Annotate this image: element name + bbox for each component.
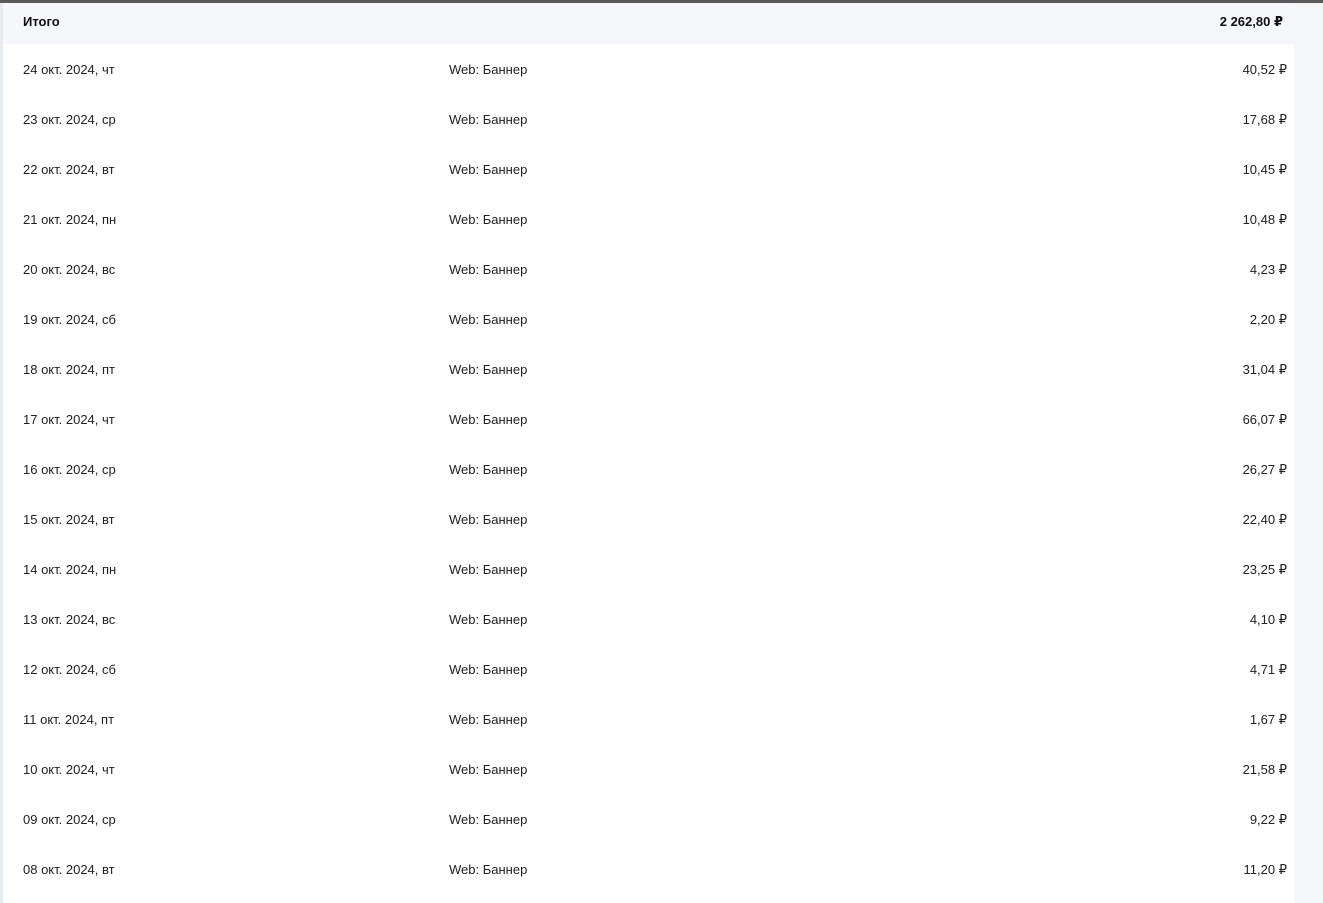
table-row[interactable]: 15 окт. 2024, вт Web: Баннер 22,40 ₽ xyxy=(3,494,1294,544)
row-type: Web: Баннер xyxy=(449,812,528,827)
row-amount: 10,45 ₽ xyxy=(1242,162,1287,177)
row-date: 17 окт. 2024, чт xyxy=(23,412,115,427)
row-type: Web: Баннер xyxy=(449,162,528,177)
total-label: Итого xyxy=(23,14,60,29)
table-row[interactable]: 23 окт. 2024, ср Web: Баннер 17,68 ₽ xyxy=(3,94,1294,144)
row-date: 20 окт. 2024, вс xyxy=(23,262,116,277)
total-row: Итого 2 262,80 ₽ xyxy=(3,3,1294,44)
right-edge xyxy=(1294,3,1323,903)
row-date: 16 окт. 2024, ср xyxy=(23,462,116,477)
row-amount: 40,52 ₽ xyxy=(1242,62,1287,77)
row-type: Web: Баннер xyxy=(449,762,528,777)
row-amount: 22,40 ₽ xyxy=(1242,512,1287,527)
row-amount: 1,67 ₽ xyxy=(1249,712,1287,727)
row-type: Web: Баннер xyxy=(449,62,528,77)
row-date: 21 окт. 2024, пн xyxy=(23,212,117,227)
row-amount: 10,48 ₽ xyxy=(1242,212,1287,227)
table-row[interactable]: 16 окт. 2024, ср Web: Баннер 26,27 ₽ xyxy=(3,444,1294,494)
table-row[interactable]: 10 окт. 2024, чт Web: Баннер 21,58 ₽ xyxy=(3,744,1294,794)
row-amount: 31,04 ₽ xyxy=(1242,362,1287,377)
table-row[interactable]: 20 окт. 2024, вс Web: Баннер 4,23 ₽ xyxy=(3,244,1294,294)
stats-table: Итого 2 262,80 ₽ 24 окт. 2024, чт Web: Б… xyxy=(3,3,1294,894)
row-amount: 21,58 ₽ xyxy=(1242,762,1287,777)
row-amount: 2,20 ₽ xyxy=(1249,312,1287,327)
table-row[interactable]: 17 окт. 2024, чт Web: Баннер 66,07 ₽ xyxy=(3,394,1294,444)
row-date: 18 окт. 2024, пт xyxy=(23,362,116,377)
row-date: 22 окт. 2024, вт xyxy=(23,162,115,177)
row-amount: 9,22 ₽ xyxy=(1249,812,1287,827)
row-amount: 4,71 ₽ xyxy=(1249,662,1287,677)
row-date: 13 окт. 2024, вс xyxy=(23,612,116,627)
table-row[interactable]: 18 окт. 2024, пт Web: Баннер 31,04 ₽ xyxy=(3,344,1294,394)
row-type: Web: Баннер xyxy=(449,612,528,627)
row-type: Web: Баннер xyxy=(449,712,528,727)
table-row[interactable]: 08 окт. 2024, вт Web: Баннер 11,20 ₽ xyxy=(3,844,1294,894)
row-type: Web: Баннер xyxy=(449,362,528,377)
row-date: 12 окт. 2024, сб xyxy=(23,662,116,677)
row-type: Web: Баннер xyxy=(449,262,528,277)
row-type: Web: Баннер xyxy=(449,512,528,527)
row-date: 15 окт. 2024, вт xyxy=(23,512,115,527)
row-amount: 4,10 ₽ xyxy=(1249,612,1287,627)
table-row[interactable]: 13 окт. 2024, вс Web: Баннер 4,10 ₽ xyxy=(3,594,1294,644)
row-amount: 23,25 ₽ xyxy=(1242,562,1287,577)
row-type: Web: Баннер xyxy=(449,862,528,877)
total-value: 2 262,80 ₽ xyxy=(1219,14,1283,29)
row-type: Web: Баннер xyxy=(449,312,528,327)
row-type: Web: Баннер xyxy=(449,412,528,427)
table-row[interactable]: 14 окт. 2024, пн Web: Баннер 23,25 ₽ xyxy=(3,544,1294,594)
row-amount: 26,27 ₽ xyxy=(1242,462,1287,477)
table-row[interactable]: 24 окт. 2024, чт Web: Баннер 40,52 ₽ xyxy=(3,44,1294,94)
row-date: 19 окт. 2024, сб xyxy=(23,312,116,327)
table-row[interactable]: 11 окт. 2024, пт Web: Баннер 1,67 ₽ xyxy=(3,694,1294,744)
table-row[interactable]: 22 окт. 2024, вт Web: Баннер 10,45 ₽ xyxy=(3,144,1294,194)
table-row[interactable]: 19 окт. 2024, сб Web: Баннер 2,20 ₽ xyxy=(3,294,1294,344)
row-date: 24 окт. 2024, чт xyxy=(23,62,115,77)
row-type: Web: Баннер xyxy=(449,662,528,677)
row-date: 10 окт. 2024, чт xyxy=(23,762,115,777)
row-date: 08 окт. 2024, вт xyxy=(23,862,115,877)
table-row[interactable]: 12 окт. 2024, сб Web: Баннер 4,71 ₽ xyxy=(3,644,1294,694)
table-row[interactable]: 09 окт. 2024, ср Web: Баннер 9,22 ₽ xyxy=(3,794,1294,844)
row-amount: 66,07 ₽ xyxy=(1242,412,1287,427)
row-date: 14 окт. 2024, пн xyxy=(23,562,117,577)
row-type: Web: Баннер xyxy=(449,112,528,127)
row-date: 23 окт. 2024, ср xyxy=(23,112,116,127)
row-type: Web: Баннер xyxy=(449,212,528,227)
page: Итого 2 262,80 ₽ 24 окт. 2024, чт Web: Б… xyxy=(0,0,1323,903)
row-type: Web: Баннер xyxy=(449,562,528,577)
row-amount: 17,68 ₽ xyxy=(1242,112,1287,127)
row-date: 11 окт. 2024, пт xyxy=(23,712,115,727)
row-amount: 11,20 ₽ xyxy=(1243,862,1287,877)
table-row[interactable]: 21 окт. 2024, пн Web: Баннер 10,48 ₽ xyxy=(3,194,1294,244)
row-date: 09 окт. 2024, ср xyxy=(23,812,116,827)
row-type: Web: Баннер xyxy=(449,462,528,477)
row-amount: 4,23 ₽ xyxy=(1249,262,1287,277)
